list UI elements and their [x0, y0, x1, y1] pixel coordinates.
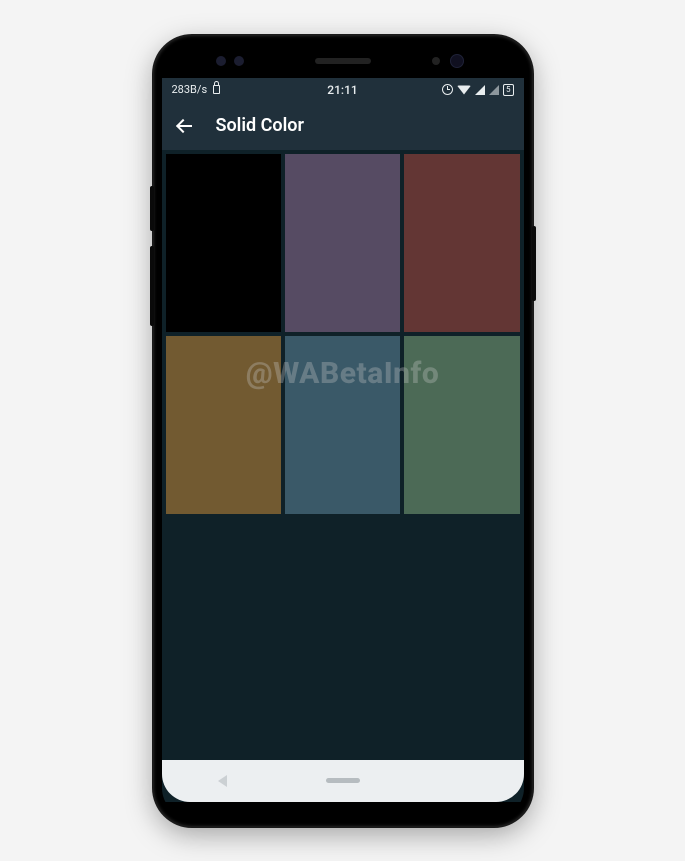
battery-badge: 5 — [503, 84, 514, 96]
color-swatch-muted-green[interactable] — [404, 336, 519, 514]
lock-icon — [213, 85, 220, 94]
color-swatch-grid — [162, 150, 524, 760]
back-arrow-icon[interactable] — [176, 117, 194, 135]
phone-chin — [162, 802, 524, 818]
color-swatch-slate-blue[interactable] — [285, 336, 400, 514]
alarm-icon — [442, 84, 453, 95]
proximity-sensor — [432, 57, 440, 65]
color-swatch-black[interactable] — [166, 154, 281, 332]
front-camera — [450, 54, 464, 68]
color-swatch-dark-maroon[interactable] — [404, 154, 519, 332]
network-speed: 283B/s — [172, 83, 208, 96]
signal-icon-secondary — [489, 85, 499, 95]
power-button — [532, 226, 536, 301]
sensor-dot — [234, 56, 244, 66]
color-swatch-olive-brown[interactable] — [166, 336, 281, 514]
phone-frame: 283B/s 21:11 5 Solid Color @WABetaInfo — [154, 36, 532, 826]
signal-icon — [475, 85, 485, 95]
volume-down-button — [150, 246, 154, 326]
volume-up-button — [150, 186, 154, 231]
nav-home-pill[interactable] — [326, 778, 360, 783]
wifi-icon — [457, 85, 471, 94]
app-bar: Solid Color — [162, 102, 524, 150]
android-nav-bar — [162, 760, 524, 802]
sensor-bar — [162, 44, 524, 78]
sensor-dot — [216, 56, 226, 66]
color-swatch-muted-purple[interactable] — [285, 154, 400, 332]
earpiece-speaker — [315, 58, 371, 64]
nav-back-icon[interactable] — [218, 775, 227, 787]
app-bar-title: Solid Color — [216, 115, 304, 136]
phone-screen: 283B/s 21:11 5 Solid Color @WABetaInfo — [162, 78, 524, 802]
status-time: 21:11 — [327, 83, 357, 97]
status-bar: 283B/s 21:11 5 — [162, 78, 524, 102]
phone-bezel: 283B/s 21:11 5 Solid Color @WABetaInfo — [162, 44, 524, 818]
